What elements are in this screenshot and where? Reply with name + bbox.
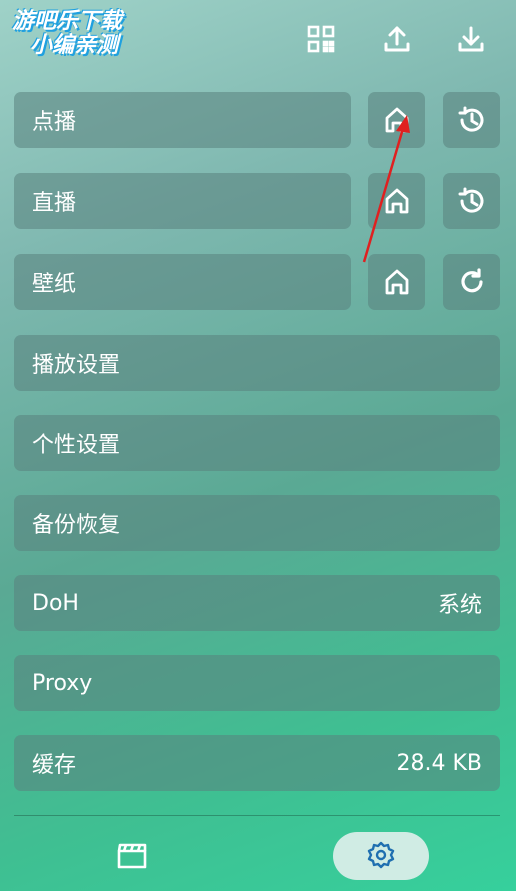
- doh-value: 系统: [437, 593, 482, 618]
- wallpaper-row[interactable]: 壁纸: [14, 254, 351, 310]
- watermark-line1: 游吧乐下载: [12, 9, 123, 34]
- personal-settings-row[interactable]: 个性设置: [14, 415, 500, 471]
- live-label: 直播: [32, 191, 77, 216]
- home-icon: [385, 188, 408, 214]
- cache-value: 28.4 KB: [396, 750, 483, 776]
- settings-icon: [367, 841, 395, 869]
- refresh-icon: [460, 268, 483, 293]
- vod-history-button[interactable]: [443, 92, 500, 148]
- live-home-button[interactable]: [368, 173, 425, 229]
- backup-restore-label: 备份恢复: [32, 513, 121, 538]
- doh-label: DoH: [32, 590, 79, 616]
- vod-home-button[interactable]: [368, 92, 425, 148]
- proxy-row[interactable]: Proxy: [14, 655, 500, 711]
- watermark-logo: 游吧乐下载 小编亲测: [12, 10, 152, 66]
- upload-icon[interactable]: [380, 22, 414, 56]
- cache-label: 缓存: [32, 753, 77, 778]
- download-icon[interactable]: [454, 22, 488, 56]
- nav-settings-tab[interactable]: [333, 832, 429, 880]
- doh-row[interactable]: DoH 系统: [14, 575, 500, 631]
- live-history-button[interactable]: [443, 173, 500, 229]
- nav-vod-tab[interactable]: [100, 832, 164, 880]
- history-icon: [458, 187, 483, 213]
- watermark-line2: 小编亲测: [30, 33, 119, 58]
- cache-row[interactable]: 缓存 28.4 KB: [14, 735, 500, 791]
- playback-settings-label: 播放设置: [32, 353, 121, 378]
- live-row[interactable]: 直播: [14, 173, 351, 229]
- history-icon: [458, 106, 483, 132]
- bottom-divider: [14, 815, 500, 816]
- qrcode-icon[interactable]: [304, 22, 338, 56]
- wallpaper-home-button[interactable]: [368, 254, 425, 310]
- personal-settings-label: 个性设置: [32, 433, 121, 458]
- vod-label: 点播: [32, 110, 77, 135]
- home-icon: [385, 107, 408, 133]
- wallpaper-refresh-button[interactable]: [443, 254, 500, 310]
- home-icon: [385, 269, 408, 295]
- playback-settings-row[interactable]: 播放设置: [14, 335, 500, 391]
- proxy-label: Proxy: [32, 670, 93, 696]
- wallpaper-label: 壁纸: [32, 272, 77, 297]
- film-icon: [117, 843, 147, 869]
- vod-row[interactable]: 点播: [14, 92, 351, 148]
- backup-restore-row[interactable]: 备份恢复: [14, 495, 500, 551]
